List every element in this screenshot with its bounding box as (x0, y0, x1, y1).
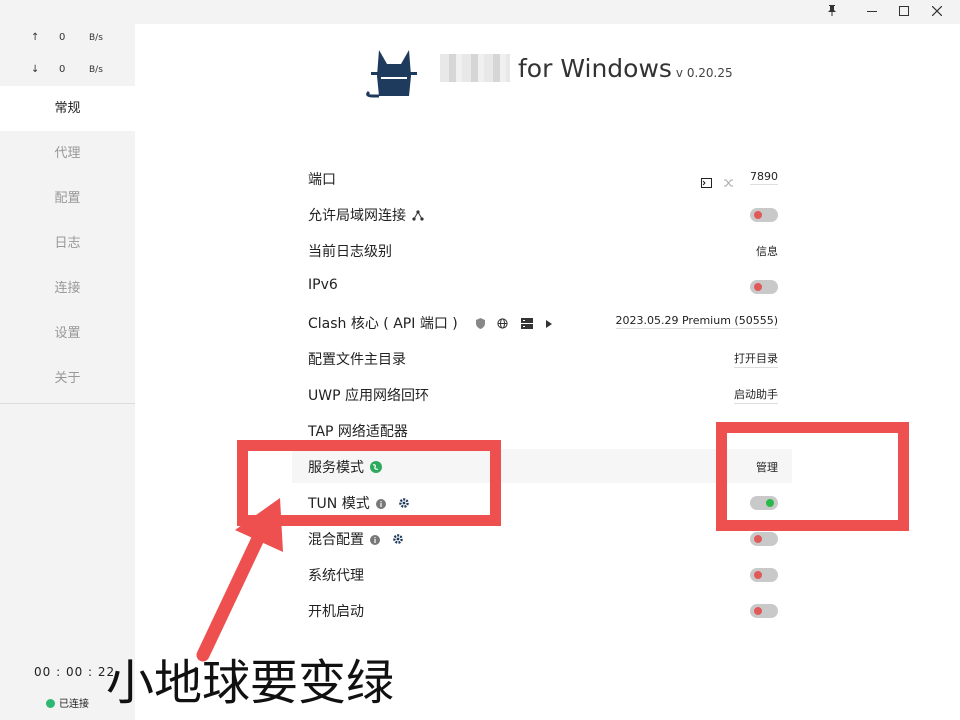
app-title: for Windows v 0.20.25 (440, 54, 733, 83)
mixin-toggle[interactable] (750, 532, 778, 546)
setting-clash-core: Clash 核心 ( API 端口 ) 2023.05.29 Premium (… (292, 305, 792, 339)
toggle-knob (754, 535, 762, 543)
uwp-label: UWP 应用网络回环 (308, 388, 429, 404)
toggle-knob (754, 211, 762, 219)
close-icon[interactable] (922, 2, 952, 22)
pin-icon[interactable] (817, 2, 847, 22)
sidebar-item-logs[interactable]: 日志 (0, 221, 135, 266)
sidebar: ↑ 0 B/s ↓ 0 B/s 常规 代理 配置 日志 连接 设置 关于 00 … (0, 24, 135, 720)
open-folder-button[interactable]: 打开目录 (734, 350, 778, 368)
allow-lan-label: 允许局域网连接 (308, 208, 406, 224)
server-icon[interactable] (520, 318, 533, 332)
sidebar-divider (0, 403, 135, 404)
random-port-icon[interactable] (723, 173, 734, 192)
download-arrow-icon: ↓ (31, 64, 40, 75)
toggle-knob (754, 571, 762, 579)
annotation-text: 小地球要变绿 (106, 655, 395, 711)
uptime-timer: 00 : 00 : 22 (34, 665, 116, 679)
setting-uwp-loopback: UWP 应用网络回环 启动助手 (292, 377, 792, 411)
setting-port: 端口 7890 (292, 161, 792, 195)
status-dot-icon (46, 699, 55, 708)
connection-status-label: 已连接 (59, 699, 89, 710)
upload-value: 0 (59, 32, 66, 43)
sidebar-item-about[interactable]: 关于 (0, 356, 135, 401)
sidebar-item-connections[interactable]: 连接 (0, 266, 135, 311)
launch-helper-button[interactable]: 启动助手 (734, 386, 778, 404)
log-level-value[interactable]: 信息 (756, 243, 778, 259)
shield-icon[interactable] (475, 318, 485, 332)
mixin-settings-gear-icon[interactable] (392, 533, 404, 549)
sidebar-nav: 常规 代理 配置 日志 连接 设置 关于 (0, 86, 135, 401)
blurred-app-name (440, 54, 510, 82)
ipv6-label: IPv6 (308, 277, 338, 293)
clash-core-label: Clash 核心 ( API 端口 ) (308, 316, 458, 332)
upload-speed: ↑ 0 B/s (0, 24, 135, 54)
play-icon[interactable] (545, 319, 553, 332)
upload-unit: B/s (89, 33, 103, 43)
setting-allow-lan: 允许局域网连接 (292, 197, 792, 231)
minimize-icon[interactable] (857, 2, 887, 22)
sidebar-item-profiles[interactable]: 配置 (0, 176, 135, 221)
ipv6-toggle[interactable] (750, 280, 778, 294)
maximize-icon[interactable] (889, 2, 919, 22)
port-label: 端口 (308, 172, 336, 188)
system-proxy-label: 系统代理 (308, 568, 364, 584)
connection-status: 已连接 (46, 695, 89, 710)
port-value[interactable]: 7890 (750, 170, 778, 185)
network-icon[interactable] (412, 209, 424, 225)
allow-lan-toggle[interactable] (750, 208, 778, 222)
system-proxy-toggle[interactable] (750, 568, 778, 582)
toggle-knob (754, 283, 762, 291)
setting-ipv6: IPv6 (292, 269, 792, 303)
download-unit: B/s (89, 65, 103, 75)
clash-core-version[interactable]: 2023.05.29 Premium (50555) (615, 314, 778, 329)
cat-logo-icon (365, 46, 423, 102)
download-speed: ↓ 0 B/s (0, 56, 135, 86)
setting-autostart: 开机启动 (292, 593, 792, 627)
sidebar-item-proxies[interactable]: 代理 (0, 131, 135, 176)
toggle-knob (754, 607, 762, 615)
download-value: 0 (59, 64, 66, 75)
setting-config-dir: 配置文件主目录 打开目录 (292, 341, 792, 375)
mixin-info-icon[interactable] (370, 533, 380, 549)
upload-arrow-icon: ↑ (31, 32, 40, 43)
terminal-icon[interactable] (700, 173, 712, 192)
annotation-box-right (716, 422, 909, 531)
sidebar-item-settings[interactable]: 设置 (0, 311, 135, 356)
autostart-toggle[interactable] (750, 604, 778, 618)
sidebar-item-general[interactable]: 常规 (0, 86, 135, 131)
autostart-label: 开机启动 (308, 604, 364, 620)
annotation-arrow-icon (196, 498, 283, 662)
globe-icon[interactable] (497, 318, 508, 332)
setting-log-level: 当前日志级别 信息 (292, 233, 792, 267)
app-title-text: for Windows (518, 54, 672, 83)
setting-system-proxy: 系统代理 (292, 557, 792, 591)
config-dir-label: 配置文件主目录 (308, 352, 406, 368)
mixin-label: 混合配置 (308, 532, 364, 548)
window-titlebar (0, 0, 960, 24)
log-level-label: 当前日志级别 (308, 244, 392, 260)
app-version: v 0.20.25 (675, 66, 733, 80)
tap-label: TAP 网络适配器 (308, 424, 408, 440)
